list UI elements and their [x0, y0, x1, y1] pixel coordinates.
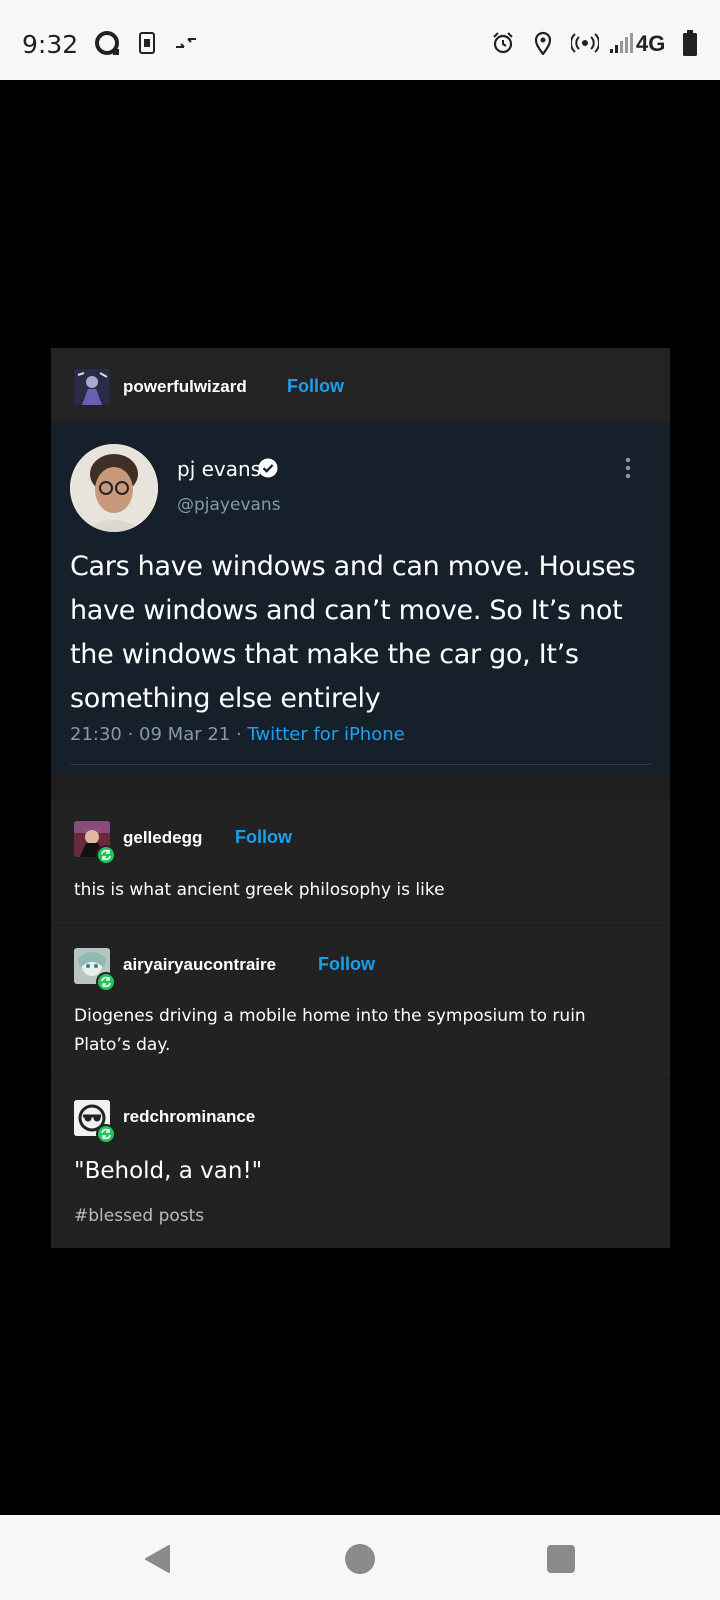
reblog-icon: [96, 845, 116, 865]
reblog-follow-button[interactable]: Follow: [235, 827, 292, 848]
post-tag[interactable]: #blessed posts: [74, 1206, 204, 1226]
status-bar: 9:32 4G: [0, 0, 720, 80]
reblog-icon: [96, 1124, 116, 1144]
verified-badge-icon: [258, 458, 278, 478]
reblog-username[interactable]: airyairyaucontraire: [123, 955, 276, 975]
reblog-comment: this is what ancient greek philosophy is…: [74, 880, 445, 900]
reblog-divider: [51, 925, 670, 926]
reblog-divider: [51, 1078, 670, 1079]
reblog-follow-button[interactable]: Follow: [318, 954, 375, 975]
home-icon[interactable]: [344, 1543, 376, 1575]
reblog-username[interactable]: redchrominance: [123, 1107, 255, 1127]
tweet-source-link[interactable]: Twitter for iPhone: [247, 724, 404, 745]
tweet-text: Cars have windows and can move. Houses h…: [70, 551, 636, 714]
tweet-meta: 21:30 · 09 Mar 21 · Twitter for iPhone: [70, 724, 405, 745]
reblog-comment: "Behold, a van!": [74, 1158, 263, 1184]
network-type-label: 4G: [636, 31, 666, 56]
tweet-display-name[interactable]: pj evans: [177, 457, 261, 481]
battery-icon: [683, 30, 697, 56]
embedded-tweet: pj evans @pjayevans Cars have windows an…: [51, 422, 670, 772]
section-separator: [51, 772, 670, 800]
data-arrows-icon: [174, 30, 198, 56]
op-username[interactable]: powerfulwizard: [123, 377, 247, 397]
location-icon: [533, 30, 553, 56]
op-header: powerfulwizard Follow: [51, 348, 670, 422]
tweet-timestamp: 21:30 · 09 Mar 21 ·: [70, 724, 248, 745]
circle-app-icon: [94, 30, 122, 56]
reblog-icon: [96, 972, 116, 992]
status-time: 9:32: [22, 30, 79, 59]
tweet-divider: [70, 764, 651, 765]
reblog-comment: Diogenes driving a mobile home into the …: [74, 1006, 586, 1055]
tweet-handle[interactable]: @pjayevans: [177, 495, 281, 515]
recents-icon[interactable]: [545, 1543, 577, 1575]
signal-icon: [607, 30, 635, 56]
alarm-icon: [490, 30, 516, 56]
back-icon[interactable]: [142, 1543, 174, 1575]
more-options-icon[interactable]: [623, 456, 633, 482]
navigation-bar: [0, 1515, 720, 1600]
tweet-avatar[interactable]: [70, 444, 158, 532]
reblog-username[interactable]: gelledegg: [123, 828, 202, 848]
avatar[interactable]: [74, 369, 110, 405]
tumblr-post-card: powerfulwizard Follow pj evans @pjayevan…: [51, 348, 670, 1248]
hotspot-icon: [571, 30, 599, 56]
sim-icon: [138, 30, 156, 56]
op-follow-button[interactable]: Follow: [287, 376, 344, 397]
